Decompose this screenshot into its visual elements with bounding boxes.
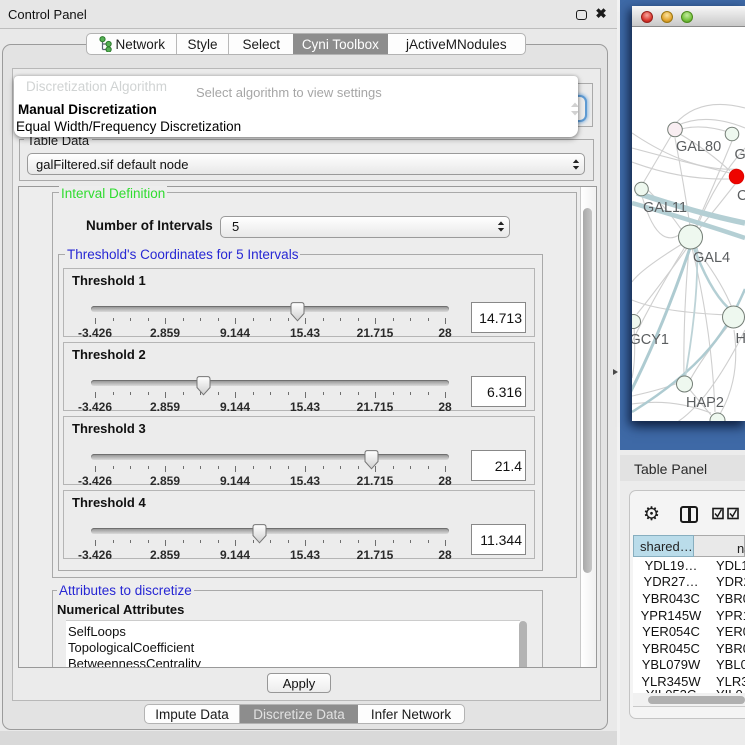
svg-text:C: C bbox=[737, 188, 745, 204]
svg-text:GAL4: GAL4 bbox=[693, 250, 730, 266]
svg-text:GCY1: GCY1 bbox=[632, 332, 669, 348]
svg-text:GA: GA bbox=[735, 147, 745, 163]
svg-text:HAP2: HAP2 bbox=[686, 395, 724, 411]
svg-text:H: H bbox=[736, 331, 745, 347]
svg-text:GAL11: GAL11 bbox=[643, 200, 687, 216]
svg-text:GAL80: GAL80 bbox=[676, 139, 721, 155]
